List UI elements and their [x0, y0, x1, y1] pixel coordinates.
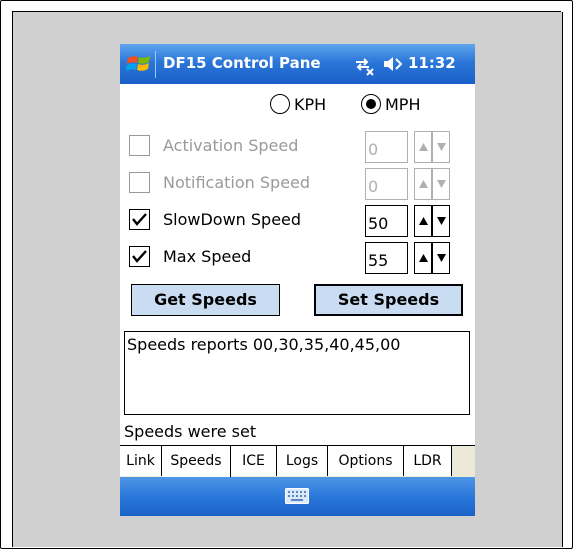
notification-speed-checkbox[interactable] [129, 172, 150, 193]
mph-radio-dot [366, 99, 376, 109]
connectivity-icon[interactable] [353, 54, 375, 76]
slowdown-speed-down-button[interactable] [432, 205, 450, 237]
slowdown-speed-label: SlowDown Speed [163, 210, 302, 229]
mph-label[interactable]: MPH [385, 95, 420, 114]
notification-speed-down-button[interactable] [432, 168, 450, 200]
notification-speed-up-button[interactable] [414, 168, 432, 200]
activation-speed-up-button[interactable] [414, 131, 432, 163]
max-speed-label: Max Speed [163, 247, 252, 266]
kph-label[interactable]: KPH [294, 95, 326, 114]
max-speed-value[interactable]: 55 [365, 242, 408, 274]
volume-muted-icon[interactable] [382, 55, 404, 73]
checkmark-icon [132, 213, 147, 226]
tab-speeds[interactable]: Speeds [162, 446, 231, 477]
max-speed-up-button[interactable] [414, 242, 432, 274]
title-separator [155, 51, 156, 78]
notification-speed-label: Notification Speed [163, 173, 311, 192]
keyboard-icon[interactable] [285, 488, 309, 504]
max-speed-checkbox[interactable] [129, 246, 150, 267]
windows-start-logo[interactable] [126, 52, 152, 76]
slowdown-speed-value[interactable]: 50 [365, 205, 408, 237]
title-bar: DF15 Control Pane 11:32 [120, 44, 475, 84]
activation-speed-down-button[interactable] [432, 131, 450, 163]
device-screen: DF15 Control Pane 11:32 KPH MPH Activati… [120, 44, 475, 516]
max-speed-down-button[interactable] [432, 242, 450, 274]
checkmark-icon [132, 250, 147, 263]
tab-logs[interactable]: Logs [277, 446, 328, 476]
tab-options[interactable]: Options [328, 446, 404, 476]
status-text: Speeds were set [124, 422, 257, 441]
activation-speed-value[interactable]: 0 [365, 131, 408, 163]
slowdown-speed-up-button[interactable] [414, 205, 432, 237]
menu-bar [120, 477, 475, 516]
get-speeds-button[interactable]: Get Speeds [131, 284, 280, 316]
speeds-report-box[interactable]: Speeds reports 00,30,35,40,45,00 [124, 331, 470, 415]
mph-radio[interactable] [361, 94, 381, 114]
tab-bar: Link Speeds ICE Logs Options LDR [120, 445, 475, 478]
tab-ldr[interactable]: LDR [404, 446, 452, 476]
tab-link[interactable]: Link [120, 446, 162, 476]
tab-ice[interactable]: ICE [231, 446, 277, 476]
slowdown-speed-checkbox[interactable] [129, 209, 150, 230]
clock[interactable]: 11:32 [408, 54, 456, 72]
set-speeds-button[interactable]: Set Speeds [314, 284, 463, 316]
kph-radio[interactable] [270, 94, 290, 114]
activation-speed-checkbox[interactable] [129, 135, 150, 156]
notification-speed-value[interactable]: 0 [365, 168, 408, 200]
app-title: DF15 Control Pane [163, 54, 321, 72]
activation-speed-label: Activation Speed [163, 136, 299, 155]
